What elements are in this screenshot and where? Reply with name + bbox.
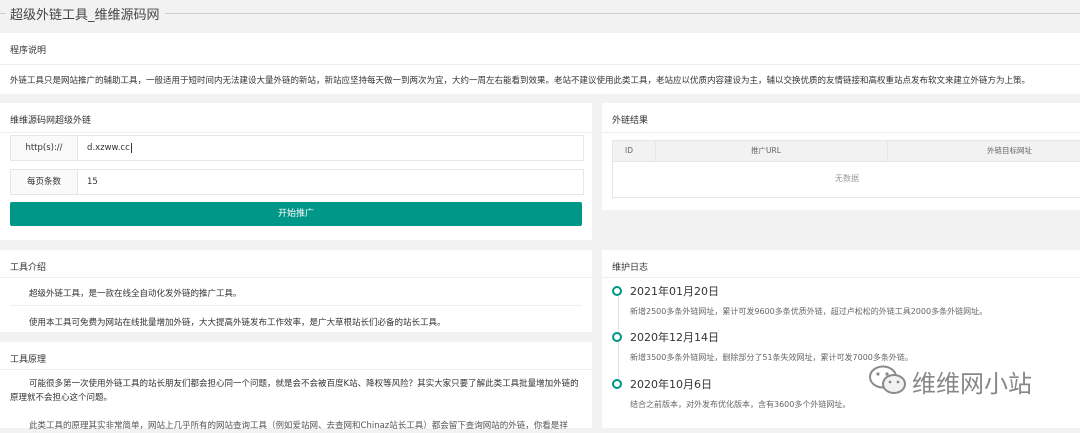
text-caret xyxy=(130,142,132,153)
url-input-value: d.xzww.cc xyxy=(87,143,130,153)
divider xyxy=(10,305,582,306)
watermark-text: 维维网小站 xyxy=(912,370,1032,398)
page-title: 超级外链工具_维维源码网 xyxy=(10,8,160,23)
result-table: ID 推广URL 外链目标网址 无数据 xyxy=(612,140,1080,198)
wechat-icon xyxy=(869,365,906,394)
intro-heading: 工具介绍 xyxy=(10,263,47,273)
description-heading: 程序说明 xyxy=(10,46,47,56)
count-input[interactable]: 15 xyxy=(87,170,98,194)
url-label: http(s):// xyxy=(11,136,78,160)
start-promotion-button[interactable]: 开始推广 xyxy=(10,202,582,226)
divider xyxy=(0,64,1080,65)
divider xyxy=(0,132,592,133)
log-date: 2020年10月6日 xyxy=(630,378,712,391)
header-divider-right xyxy=(165,13,1080,14)
tool-heading: 维维源码网超级外链 xyxy=(10,116,92,126)
column-header-id[interactable]: ID xyxy=(625,141,633,161)
column-divider xyxy=(887,141,888,161)
url-row: http(s):// d.xzww.cc xyxy=(10,135,584,161)
log-heading: 维护日志 xyxy=(612,263,649,273)
column-divider xyxy=(655,141,656,161)
log-panel: 维护日志 2021年01月20日 新增2500多条外链网址，累计可发9600多条… xyxy=(602,250,1080,428)
url-input[interactable]: d.xzww.cc xyxy=(87,136,132,160)
divider xyxy=(602,277,1080,278)
divider xyxy=(0,369,592,370)
principle-heading: 工具原理 xyxy=(10,355,47,365)
intro-panel: 工具介绍 超级外链工具，是一款在线全自动化发外链的推广工具。 使用本工具可免费为… xyxy=(0,250,592,332)
divider xyxy=(602,132,1080,133)
header-divider-left xyxy=(0,13,6,14)
principle-paragraph: 此类工具的原理其实非常简单，网站上几乎所有的网站查询工具（例如爱站网、去查网和C… xyxy=(29,421,568,431)
count-label: 每页条数 xyxy=(11,170,78,194)
tool-panel: 维维源码网超级外链 http(s):// d.xzww.cc 每页条数 15 开… xyxy=(0,103,592,240)
table-empty-text: 无数据 xyxy=(835,174,859,183)
column-header-target[interactable]: 外链目标网址 xyxy=(987,141,1032,161)
result-heading: 外链结果 xyxy=(612,116,649,126)
log-date: 2021年01月20日 xyxy=(630,285,719,298)
result-panel: 外链结果 ID 推广URL 外链目标网址 无数据 xyxy=(602,103,1080,210)
column-header-url[interactable]: 推广URL xyxy=(751,141,781,161)
page-header: 超级外链工具_维维源码网 xyxy=(0,0,1080,28)
log-date: 2020年12月14日 xyxy=(630,331,719,344)
log-text: 结合之前版本，对外发布优化版本，含有3600多个外链网址。 xyxy=(630,400,851,409)
timeline-dot xyxy=(612,332,622,342)
watermark: 维维网小站 xyxy=(868,362,1058,398)
count-row: 每页条数 15 xyxy=(10,169,584,195)
timeline-dot xyxy=(612,379,622,389)
principle-paragraph: 可能很多第一次使用外链工具的站长朋友们都会担心同一个问题，就是会不会被百度K站、… xyxy=(10,379,579,403)
table-header: ID 推广URL 外链目标网址 xyxy=(613,141,1080,162)
timeline-dot xyxy=(612,286,622,296)
principle-panel: 工具原理 可能很多第一次使用外链工具的站长朋友们都会担心同一个问题，就是会不会被… xyxy=(0,342,592,431)
description-text: 外链工具只是网站推广的辅助工具，一般适用于短时间内无法建设大量外链的新站，新站应… xyxy=(10,76,1031,86)
intro-line: 使用本工具可免费为网站在线批量增加外链，大大提高外链发布工作效率，是广大草根站长… xyxy=(29,318,446,328)
log-text: 新增2500多条外链网址，累计可发9600多条优质外链，超过卢松松的外链工具20… xyxy=(630,307,988,316)
divider xyxy=(0,277,592,278)
description-panel: 程序说明 外链工具只是网站推广的辅助工具，一般适用于短时间内无法建设大量外链的新… xyxy=(0,33,1080,94)
intro-line: 超级外链工具，是一款在线全自动化发外链的推广工具。 xyxy=(29,289,242,299)
